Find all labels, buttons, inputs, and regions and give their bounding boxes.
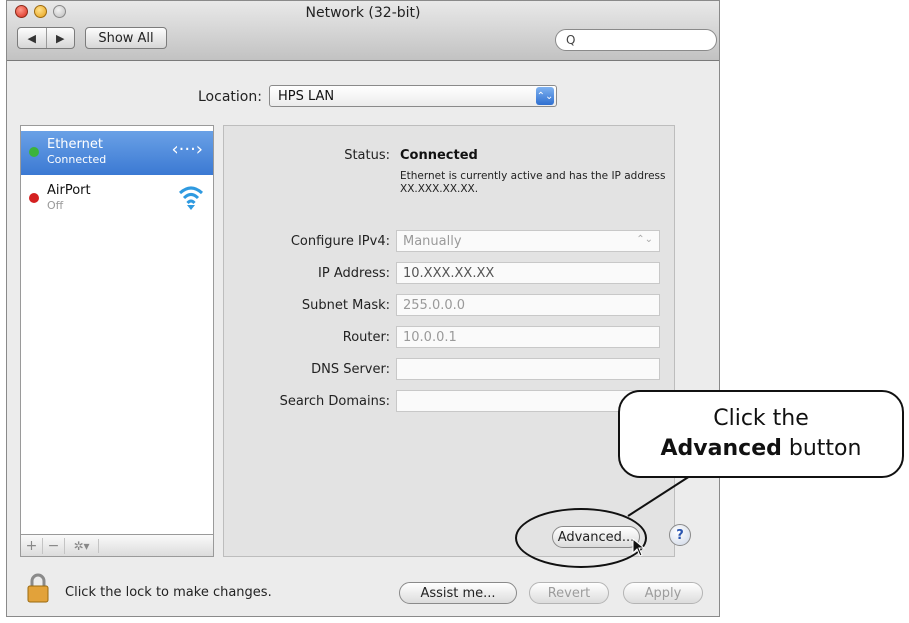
callout-pointer-line (627, 475, 691, 517)
annotation-highlight-ellipse (515, 508, 647, 568)
mouse-pointer-icon (632, 538, 646, 557)
callout-line-1: Click the (713, 406, 809, 431)
callout-rest-text: button (788, 436, 862, 461)
instruction-callout: Click the Advanced button (618, 390, 904, 478)
callout-line-2: Advanced button (620, 434, 902, 464)
screenshot-stage: Network (32-bit) ◀ ▶ Show All Q Location… (0, 0, 909, 623)
callout-bold-text: Advanced (660, 436, 782, 461)
